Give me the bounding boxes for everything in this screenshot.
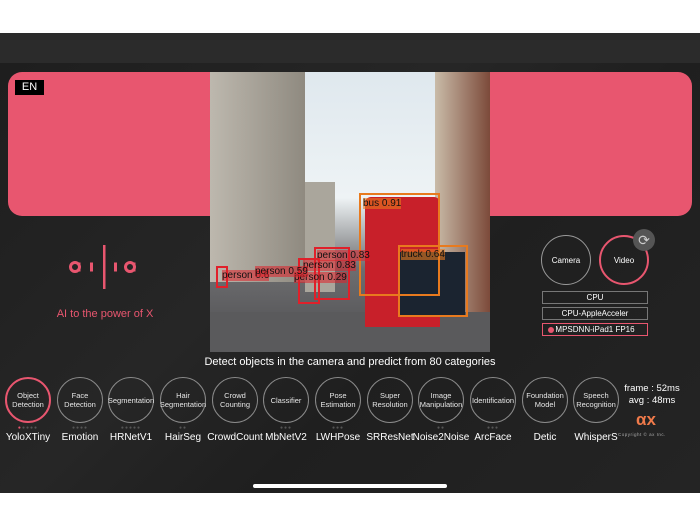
- model-dots[interactable]: ●●: [163, 425, 203, 431]
- detection-label: truck 0.64: [401, 249, 445, 260]
- camera-button[interactable]: Camera: [541, 235, 591, 285]
- ailia-logo: [69, 245, 136, 289]
- right-accent-panel: [482, 72, 692, 216]
- model-dots[interactable]: ●●●: [473, 425, 513, 431]
- task-button[interactable]: Speech Recognition: [573, 377, 619, 423]
- detection-label: person 0.83: [303, 260, 356, 271]
- task-description: Detect objects in the camera and predict…: [204, 356, 496, 368]
- model-dots[interactable]: ●●●●●: [8, 425, 48, 431]
- home-indicator[interactable]: [253, 484, 447, 488]
- task-label: Identification: [471, 395, 515, 405]
- task-label: Classifier: [270, 395, 302, 405]
- model-dots[interactable]: ●●●: [266, 425, 306, 431]
- backend-cpu-apple[interactable]: CPU-AppleAcceler: [542, 307, 648, 320]
- video-label: Video: [613, 255, 635, 265]
- backend-label: MPSDNN-iPad1 FP16: [555, 325, 635, 334]
- frame-time: frame : 52ms: [624, 383, 680, 394]
- task-label: Super Resolution: [372, 391, 408, 409]
- refresh-icon[interactable]: ⟳: [633, 229, 655, 251]
- task-label: Segmentation: [107, 395, 155, 405]
- task-button[interactable]: Identification: [470, 377, 516, 423]
- detection-label: bus 0.91: [363, 198, 402, 209]
- task-label: Face Detection: [64, 391, 96, 409]
- task-label: Hair Segmentation: [159, 391, 207, 409]
- task-button[interactable]: Classifier: [263, 377, 309, 423]
- timing-stats: frame : 52ms avg : 48ms: [620, 383, 684, 407]
- model-dots[interactable]: ●●●: [318, 425, 358, 431]
- ax-logo: αx: [636, 410, 656, 429]
- task-button[interactable]: Crowd Counting: [212, 377, 258, 423]
- status-bar: [0, 33, 700, 63]
- backend-mpsdnn[interactable]: MPSDNN-iPad1 FP16: [542, 323, 648, 336]
- video-preview: bus 0.91 truck 0.64 person 0.83 person 0…: [210, 72, 490, 352]
- task-label: Foundation Model: [526, 391, 564, 409]
- backend-cpu[interactable]: CPU: [542, 291, 648, 304]
- task-button[interactable]: Pose Estimation: [315, 377, 361, 423]
- task-label: Object Detection: [12, 391, 44, 409]
- task-button[interactable]: Face Detection: [57, 377, 103, 423]
- selected-dot-icon: [548, 327, 554, 333]
- task-label: Image Manipulation: [419, 391, 463, 409]
- task-label: Speech Recognition: [576, 391, 616, 409]
- task-button[interactable]: Hair Segmentation: [160, 377, 206, 423]
- task-button[interactable]: Image Manipulation: [418, 377, 464, 423]
- model-dots[interactable]: ●●: [421, 425, 461, 431]
- task-button[interactable]: Object Detection: [5, 377, 51, 423]
- task-label: Crowd Counting: [219, 391, 251, 409]
- task-button[interactable]: Segmentation: [108, 377, 154, 423]
- tagline: AI to the power of X: [56, 308, 154, 320]
- task-label: Pose Estimation: [320, 391, 356, 409]
- model-dots[interactable]: ●●●●: [60, 425, 100, 431]
- detection-label: person 0.59: [255, 266, 308, 277]
- avg-time: avg : 48ms: [628, 395, 676, 406]
- camera-label: Camera: [551, 255, 581, 265]
- task-button[interactable]: Foundation Model: [522, 377, 568, 423]
- copyright: Copyright © ax Inc.: [618, 432, 666, 437]
- task-button[interactable]: Super Resolution: [367, 377, 413, 423]
- language-button[interactable]: EN: [15, 80, 44, 95]
- model-dots[interactable]: ●●●●●: [111, 425, 151, 431]
